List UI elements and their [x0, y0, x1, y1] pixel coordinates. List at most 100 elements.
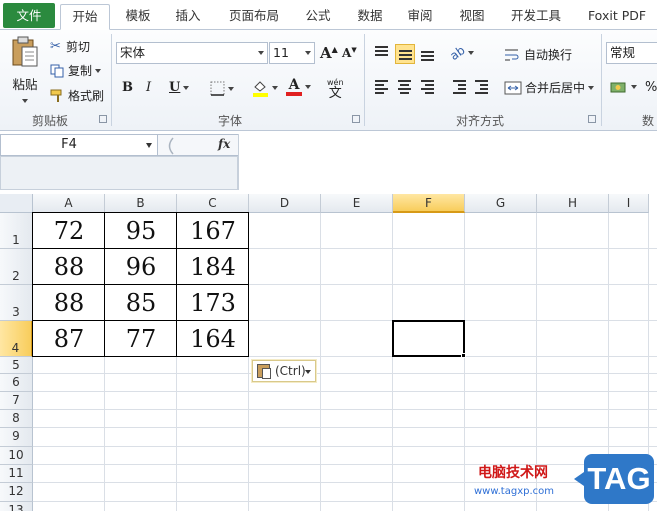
row-gridline [33, 409, 657, 410]
column-header-i[interactable]: I [609, 194, 649, 213]
align-center-button[interactable] [395, 76, 415, 96]
name-box[interactable]: F4 [0, 134, 158, 156]
shrink-font-button[interactable]: A ▼ [342, 45, 357, 61]
column-header-f[interactable]: F [393, 194, 465, 213]
tab-page-layout[interactable]: 页面布局 [222, 4, 286, 30]
worksheet-grid[interactable]: ABCDEFGHI 1 2 3 4 5 6 7 8 9 10 11 12 13 72 95 167 88 96 1… [0, 194, 657, 511]
column-header-c[interactable]: C [177, 194, 249, 213]
italic-button[interactable]: I [146, 80, 151, 95]
accounting-format-button[interactable] [610, 80, 637, 94]
tab-review[interactable]: 审阅 [400, 4, 440, 30]
column-header-d[interactable]: D [249, 194, 321, 213]
fill-color-button[interactable] [252, 79, 278, 97]
active-cell[interactable] [392, 320, 465, 357]
tab-file[interactable]: 文件 [3, 3, 55, 28]
paste-options-button[interactable]: (Ctrl) [252, 360, 316, 382]
increase-indent-button[interactable] [472, 76, 492, 96]
alignment-launcher-icon[interactable] [588, 115, 596, 123]
row-header-7[interactable]: 7 [0, 392, 33, 410]
number-format-value: 常规 [610, 45, 636, 60]
decrease-indent-button[interactable] [450, 76, 470, 96]
clipboard-group-label: 剪贴板 [31, 114, 68, 128]
cut-button[interactable]: ✂ 剪切 [50, 38, 90, 55]
clipboard-launcher-icon[interactable] [99, 115, 107, 123]
phonetic-button[interactable]: wén 文 [327, 78, 344, 100]
formula-input[interactable] [238, 134, 657, 190]
font-name-select[interactable]: 宋体 [116, 42, 268, 64]
align-right-button[interactable] [418, 76, 438, 96]
cell-a4[interactable]: 87 [33, 321, 105, 357]
cell-b4[interactable]: 77 [105, 321, 177, 357]
row-header-10[interactable]: 10 [0, 447, 33, 465]
cell-c1[interactable]: 167 [177, 213, 249, 249]
row-header-5[interactable]: 5 [0, 357, 33, 374]
column-header-e[interactable]: E [321, 194, 393, 213]
row-gridline [33, 501, 657, 502]
cell-a2[interactable]: 88 [33, 249, 105, 285]
row-header-3[interactable]: 3 [0, 285, 33, 321]
row-header-8[interactable]: 8 [0, 410, 33, 428]
cell-a1[interactable]: 72 [33, 213, 105, 249]
underline-button[interactable]: U [169, 80, 190, 95]
cell-a3[interactable]: 88 [33, 285, 105, 321]
group-separator [601, 34, 602, 126]
row-header-9[interactable]: 9 [0, 428, 33, 447]
merge-center-label: 合并后居中 [525, 81, 586, 95]
align-middle-button[interactable] [395, 44, 415, 64]
group-separator [111, 34, 112, 126]
align-bottom-button[interactable] [418, 43, 438, 63]
tab-insert[interactable]: 插入 [168, 4, 208, 30]
insert-function-button[interactable]: fx [218, 137, 230, 151]
format-painter-button[interactable]: 格式刷 [50, 87, 104, 104]
font-color-button[interactable]: A [286, 78, 311, 96]
formula-bar: F4 fx [0, 132, 657, 326]
font-size-select[interactable]: 11 [269, 42, 315, 64]
row-header-13[interactable]: 13 [0, 502, 33, 511]
tab-foxit-pdf[interactable]: Foxit PDF [582, 4, 652, 30]
wrap-text-icon [505, 49, 519, 60]
number-format-select[interactable]: 常规 [606, 42, 657, 64]
bold-button[interactable]: B [122, 80, 133, 95]
cell-c2[interactable]: 184 [177, 249, 249, 285]
tab-template[interactable]: 模板 [118, 4, 158, 30]
cell-c4[interactable]: 164 [177, 321, 249, 357]
splitter-handle-icon[interactable] [164, 137, 176, 155]
row-header-11[interactable]: 11 [0, 465, 33, 483]
row-header-1[interactable]: 1 [0, 213, 33, 249]
column-header-a[interactable]: A [33, 194, 105, 213]
column-header-b[interactable]: B [105, 194, 177, 213]
align-left-button[interactable] [372, 76, 392, 96]
copy-button[interactable]: 复制 [50, 62, 102, 79]
select-all-corner[interactable] [0, 194, 33, 213]
fill-handle[interactable] [461, 353, 466, 358]
align-top-button[interactable] [372, 43, 392, 63]
font-group-label: 字体 [217, 114, 242, 128]
column-header-h[interactable]: H [537, 194, 609, 213]
font-launcher-icon[interactable] [352, 115, 360, 123]
table-border [33, 212, 249, 213]
cell-b2[interactable]: 96 [105, 249, 177, 285]
paste-dropdown-icon[interactable] [22, 99, 28, 103]
tab-developer[interactable]: 开发工具 [504, 4, 568, 30]
column-header-g[interactable]: G [465, 194, 537, 213]
row-header-6[interactable]: 6 [0, 374, 33, 392]
grow-font-button[interactable]: A ▲ [320, 44, 338, 62]
cell-b3[interactable]: 85 [105, 285, 177, 321]
orientation-button[interactable]: ab [447, 43, 474, 63]
copy-dropdown-icon[interactable] [95, 68, 102, 73]
paste-button[interactable]: 粘贴 [8, 36, 42, 108]
tab-view[interactable]: 视图 [452, 4, 492, 30]
merge-center-button[interactable]: 合并后居中 [504, 79, 595, 96]
border-button[interactable] [210, 81, 234, 96]
cell-c3[interactable]: 173 [177, 285, 249, 321]
alignment-group-label: 对齐方式 [455, 114, 504, 128]
row-header-4[interactable]: 4 [0, 321, 33, 357]
tab-home[interactable]: 开始 [60, 4, 110, 30]
wrap-text-button[interactable]: 自动换行 [504, 46, 572, 63]
row-header-12[interactable]: 12 [0, 483, 33, 502]
percent-button[interactable]: % [645, 80, 657, 95]
cell-b1[interactable]: 95 [105, 213, 177, 249]
tab-formulas[interactable]: 公式 [298, 4, 338, 30]
tab-data[interactable]: 数据 [350, 4, 390, 30]
row-header-2[interactable]: 2 [0, 249, 33, 285]
